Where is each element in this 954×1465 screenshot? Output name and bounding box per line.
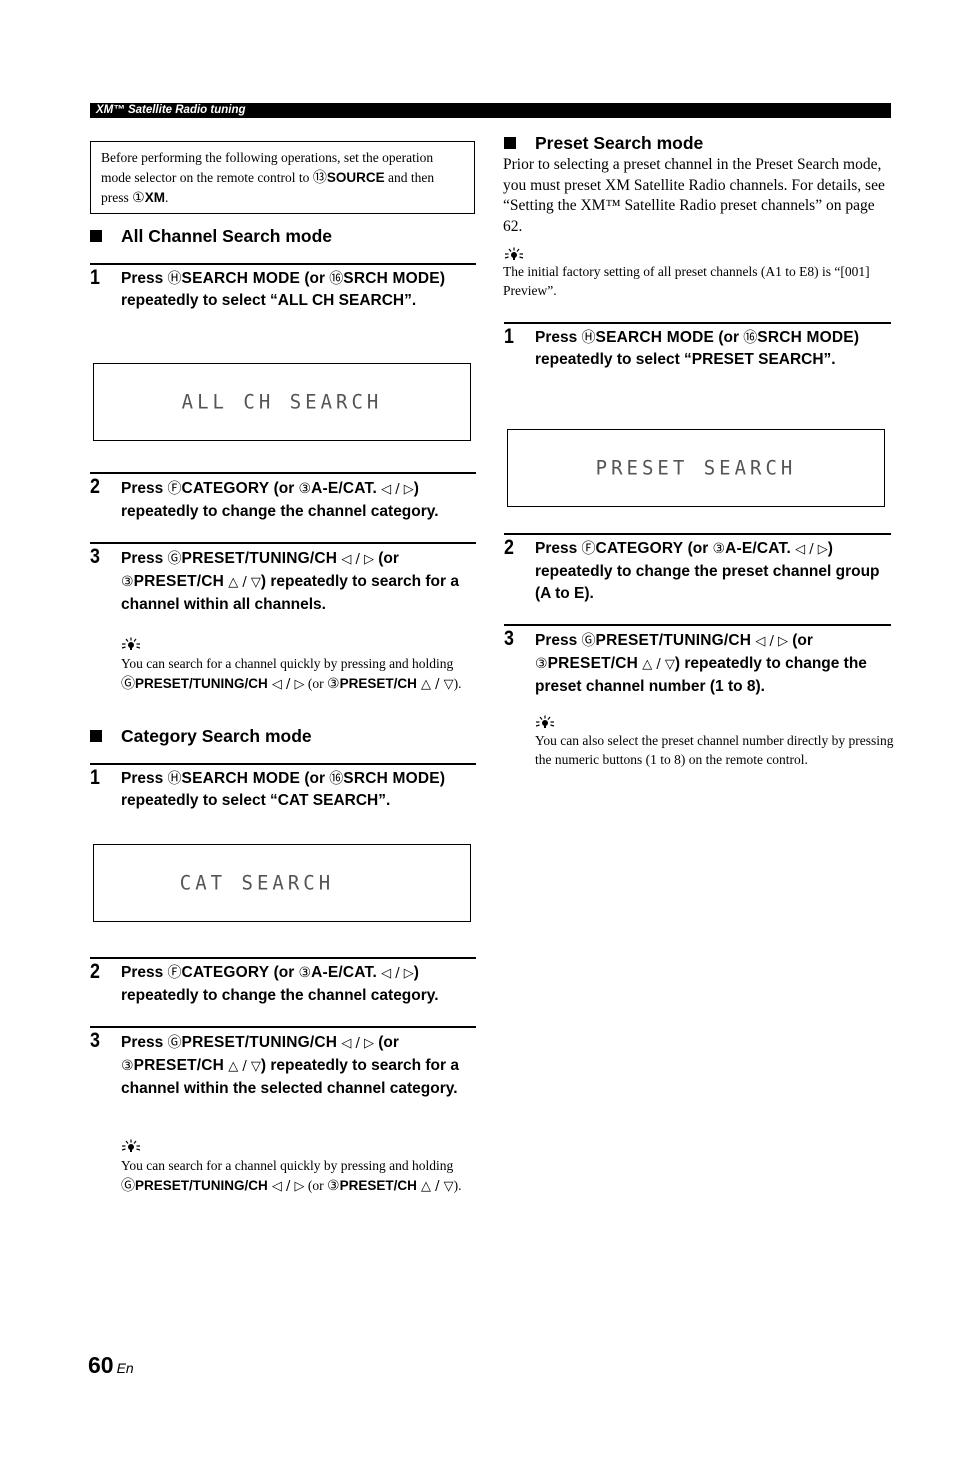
- left-right-arrows-icon: ◁ / ▷: [377, 966, 414, 981]
- key-3-icon: ③: [327, 1177, 340, 1194]
- section-header-title: XM™ Satellite Radio tuning: [96, 104, 246, 116]
- divider: [504, 533, 891, 535]
- left-right-arrows-icon: ◁ / ▷: [267, 1178, 305, 1194]
- key-h-icon: Ⓗ: [167, 771, 182, 787]
- left-right-arrows-icon: ◁ / ▷: [267, 676, 305, 692]
- step-instruction: Press ⒽSEARCH MODE (or ⑯SRCH MODE) repea…: [121, 270, 445, 309]
- step-instruction: Press ⒻCATEGORY (or ③A-E/CAT. ◁ / ▷) rep…: [121, 480, 439, 520]
- key-3-icon: ③: [327, 675, 340, 692]
- divider: [90, 542, 476, 544]
- step-number: 2: [90, 475, 100, 498]
- step-number: 1: [90, 766, 100, 789]
- divider: [90, 1026, 476, 1028]
- divider: [90, 263, 476, 265]
- left-right-arrows-icon: ◁ / ▷: [377, 482, 414, 497]
- section-header-bar: XM™ Satellite Radio tuning: [90, 103, 891, 118]
- preset-search-heading: Preset Search mode: [504, 132, 703, 154]
- key-3-icon: ③: [121, 1058, 134, 1074]
- left-right-arrows-icon: ◁ / ▷: [791, 542, 828, 557]
- tip-text: The initial factory setting of all prese…: [503, 264, 870, 298]
- key-13-icon: ⑬: [312, 169, 327, 186]
- tip-text: You can also select the preset channel n…: [535, 733, 894, 767]
- left-right-arrows-icon: ◁ / ▷: [337, 552, 374, 567]
- divider: [90, 957, 476, 959]
- step-number: 2: [504, 536, 514, 559]
- page-number: 60 En: [88, 1352, 134, 1378]
- lcd-display: ALL CH SEARCH: [93, 363, 471, 441]
- step-instruction: Press ⒻCATEGORY (or ③A-E/CAT. ◁ / ▷) rep…: [535, 540, 880, 602]
- step-instruction: Press ⒻCATEGORY (or ③A-E/CAT. ◁ / ▷) rep…: [121, 964, 439, 1004]
- lcd-display-text: CAT SEARCH: [179, 871, 335, 895]
- tip-lightbulb-icon: [504, 247, 524, 260]
- key-xm-label: XM: [144, 190, 165, 205]
- divider: [504, 624, 891, 626]
- language-code: En: [116, 1360, 134, 1376]
- up-down-arrows-icon: △ / ▽: [416, 1178, 454, 1194]
- key-3-icon: ③: [535, 656, 548, 672]
- tip-lightbulb-icon: [121, 637, 141, 650]
- key-g-icon: Ⓖ: [167, 1035, 182, 1051]
- key-16-icon: ⑯: [329, 771, 344, 787]
- step-number: 3: [90, 1029, 100, 1052]
- tip-lightbulb-icon: [535, 715, 555, 728]
- key-source-label: SOURCE: [326, 169, 385, 185]
- key-16-icon: ⑯: [329, 271, 344, 287]
- left-right-arrows-icon: ◁ / ▷: [337, 1036, 374, 1051]
- step-number: 1: [504, 325, 514, 348]
- key-16-icon: ⑯: [743, 330, 758, 346]
- key-f-icon: Ⓕ: [167, 965, 182, 981]
- step-instruction: Press ⒼPRESET/TUNING/CH ◁ / ▷ (or ③PRESE…: [121, 1034, 459, 1097]
- key-3-icon: ③: [121, 574, 134, 590]
- step-instruction: Press ⒽSEARCH MODE (or ⑯SRCH MODE) repea…: [121, 770, 445, 809]
- step-number: 2: [90, 960, 100, 983]
- key-3-icon: ③: [712, 541, 726, 557]
- step-number: 3: [90, 545, 100, 568]
- key-g-icon: Ⓖ: [581, 633, 596, 649]
- square-bullet-icon: [90, 230, 102, 242]
- up-down-arrows-icon: △ / ▽: [224, 1059, 261, 1074]
- key-3-icon: ③: [298, 965, 312, 981]
- up-down-arrows-icon: △ / ▽: [224, 575, 261, 590]
- square-bullet-icon: [90, 730, 102, 742]
- key-h-icon: Ⓗ: [167, 271, 182, 287]
- step-instruction: Press ⒽSEARCH MODE (or ⑯SRCH MODE) repea…: [535, 329, 859, 368]
- step-instruction: Press ⒼPRESET/TUNING/CH ◁ / ▷ (or ③PRESE…: [121, 550, 459, 613]
- tip-text: You can search for a channel quickly by …: [121, 656, 462, 692]
- square-bullet-icon: [504, 137, 516, 149]
- step-number: 1: [90, 266, 100, 289]
- lcd-display-text: PRESET SEARCH: [595, 456, 797, 480]
- key-g-icon: Ⓖ: [167, 551, 182, 567]
- key-f-icon: Ⓕ: [581, 541, 596, 557]
- step-number: 3: [504, 627, 514, 650]
- lcd-display: PRESET SEARCH: [507, 429, 885, 507]
- key-h-icon: Ⓗ: [581, 330, 596, 346]
- step-instruction: Press ⒼPRESET/TUNING/CH ◁ / ▷ (or ③PRESE…: [535, 632, 867, 695]
- key-3-icon: ③: [298, 481, 312, 497]
- tip-text: You can search for a channel quickly by …: [121, 1158, 462, 1194]
- divider: [90, 472, 476, 474]
- key-g-icon: Ⓖ: [121, 1177, 135, 1194]
- key-g-icon: Ⓖ: [121, 675, 135, 692]
- divider: [504, 322, 891, 324]
- all-channel-search-heading: All Channel Search mode: [90, 225, 332, 247]
- category-search-heading: Category Search mode: [90, 725, 312, 747]
- tip-lightbulb-icon: [121, 1139, 141, 1152]
- up-down-arrows-icon: △ / ▽: [416, 676, 454, 692]
- lcd-display: CAT SEARCH: [93, 844, 471, 922]
- divider: [90, 763, 476, 765]
- up-down-arrows-icon: △ / ▽: [638, 657, 675, 672]
- key-1-icon: ①: [132, 190, 145, 206]
- lcd-display-text: ALL CH SEARCH: [181, 390, 383, 414]
- operation-note-box: Before performing the following operatio…: [90, 141, 475, 214]
- key-f-icon: Ⓕ: [167, 481, 182, 497]
- left-right-arrows-icon: ◁ / ▷: [751, 634, 788, 649]
- preset-intro-text: Prior to selecting a preset channel in t…: [503, 156, 885, 235]
